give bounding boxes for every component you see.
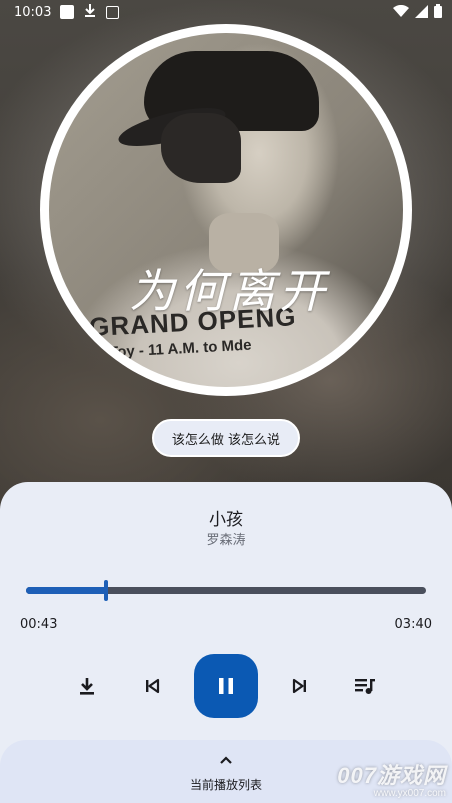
skip-previous-icon — [146, 678, 160, 694]
skip-previous-button[interactable] — [137, 671, 167, 701]
queue-music-button[interactable] — [350, 671, 380, 701]
stop-square-icon — [60, 5, 74, 19]
hair-shape — [161, 113, 241, 183]
app-icon — [106, 6, 119, 19]
status-bar: 10:03 — [0, 0, 452, 26]
skip-next-icon — [292, 678, 306, 694]
signal-icon — [415, 4, 428, 18]
album-calligraphy: 为何离开 — [129, 264, 329, 318]
skip-next-button[interactable] — [285, 671, 315, 701]
chevron-up-icon[interactable] — [216, 752, 236, 766]
site-watermark: 007游戏网 www.yx007.com — [337, 758, 446, 799]
download-button[interactable] — [72, 671, 102, 701]
watermark-brand: 007游戏网 — [337, 763, 446, 788]
pause-button[interactable] — [194, 654, 258, 718]
download-icon — [80, 678, 94, 695]
current-lyric[interactable]: 该怎么做 该怎么说 — [152, 419, 300, 457]
current-time: 00:43 — [20, 617, 58, 632]
progress-fill — [26, 587, 106, 594]
progress-track[interactable] — [26, 587, 426, 594]
status-time: 10:03 — [14, 5, 52, 20]
wifi-icon — [393, 4, 409, 17]
battery-icon — [434, 4, 442, 18]
song-title: 小孩 — [209, 510, 243, 530]
total-time: 03:40 — [394, 617, 432, 632]
pause-icon — [219, 678, 233, 694]
album-art[interactable]: GRAND OPENG Toy - 11 A.M. to Mde 为何离开 — [49, 33, 403, 387]
download-icon — [84, 3, 96, 21]
status-right-icons — [393, 4, 442, 18]
queue-music-icon — [355, 679, 375, 694]
progress-thumb[interactable] — [104, 580, 108, 601]
song-artist: 罗森涛 — [206, 533, 246, 548]
